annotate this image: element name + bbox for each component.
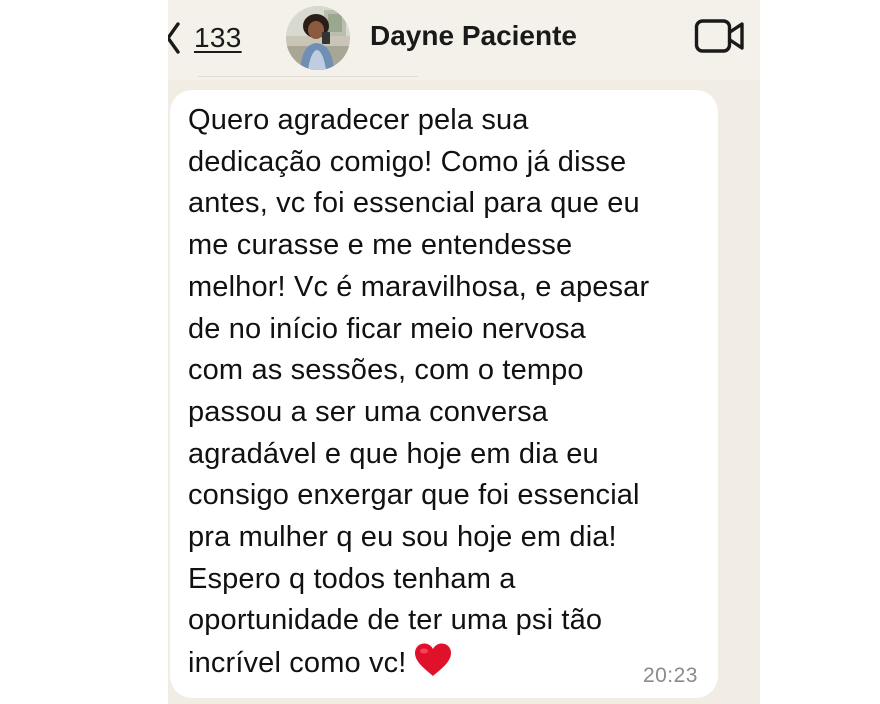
unread-count[interactable]: 133 [194,22,242,54]
video-call-button[interactable] [694,18,746,59]
message-body: Quero agradecer pela sua dedicação comig… [188,100,700,691]
message-text: Quero agradecer pela sua dedicação comig… [188,104,650,680]
contact-avatar-photo [286,6,350,70]
video-camera-icon [694,19,744,53]
chevron-left-icon [168,22,180,54]
message-bubble[interactable]: Quero agradecer pela sua dedicação comig… [170,90,718,698]
avatar[interactable] [286,6,350,70]
back-button[interactable]: 133 [168,14,242,62]
contact-name[interactable]: Dayne Paciente [370,20,577,52]
heart-icon [413,642,453,691]
chat-screen: 133 Dayne Paciente Quero agradecer pela … [168,0,760,704]
header-divider [198,76,418,77]
chat-header: 133 Dayne Paciente [168,0,760,80]
message-timestamp: 20:23 [642,664,698,687]
